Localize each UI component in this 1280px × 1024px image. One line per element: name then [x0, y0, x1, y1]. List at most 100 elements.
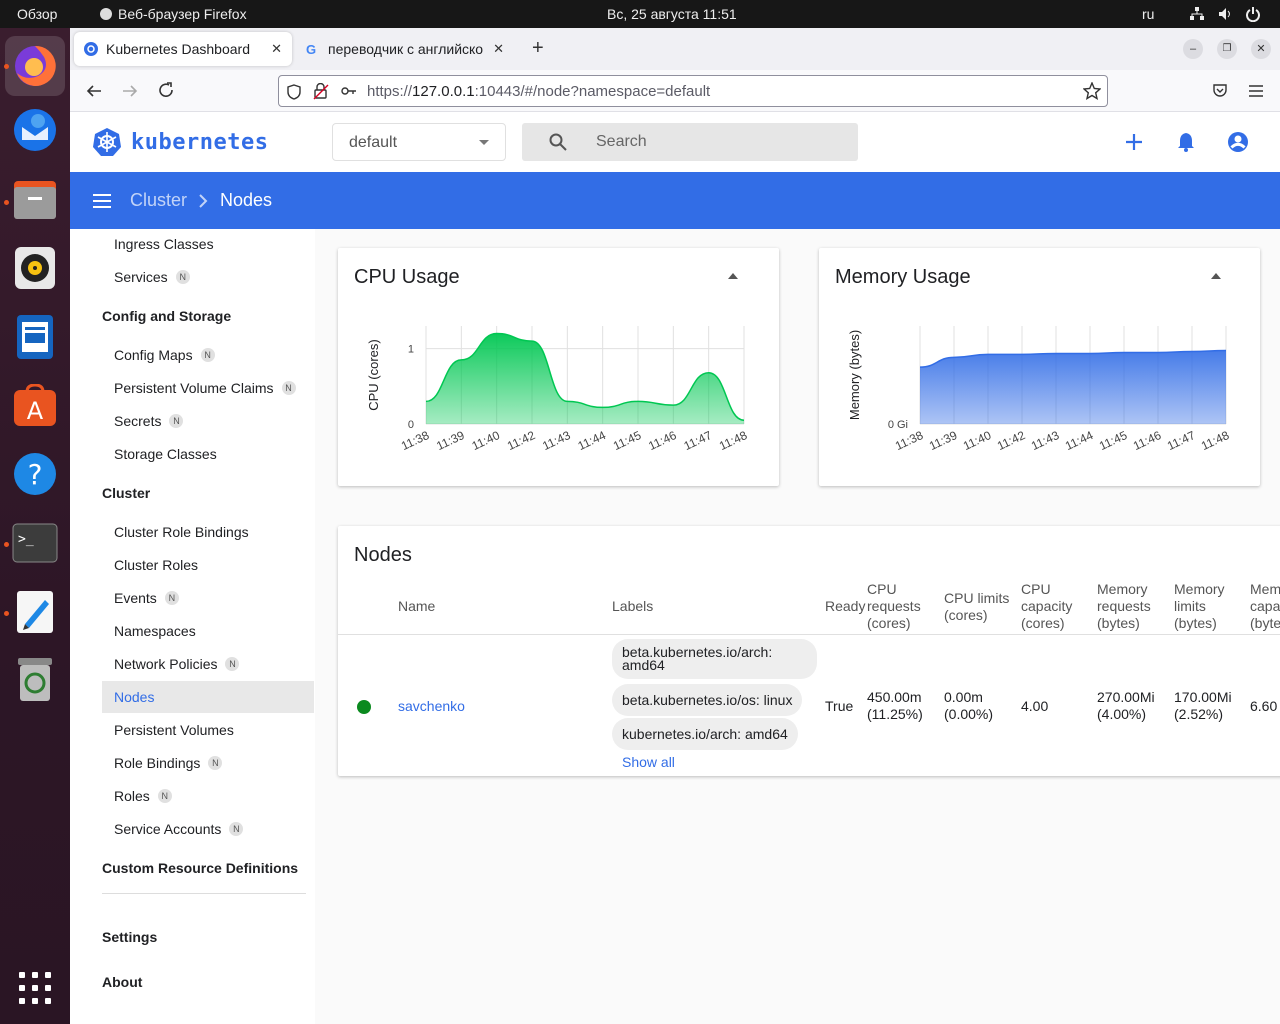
tab-title: Kubernetes Dashboard [106, 41, 250, 57]
col-header-name[interactable]: Name [398, 598, 435, 615]
col-header-memory-limits[interactable]: Memory limits (bytes) [1174, 581, 1244, 632]
search-placeholder: Search [596, 133, 647, 150]
account-circle-icon[interactable] [1228, 132, 1248, 152]
create-plus-icon[interactable] [1126, 134, 1142, 150]
x-tick-label: 11:39 [434, 428, 467, 453]
collapse-arrow-icon[interactable] [728, 273, 738, 279]
pocket-icon[interactable] [1212, 83, 1228, 99]
sidebar-item-secrets[interactable]: Secrets N [102, 405, 314, 437]
bookmark-star-icon[interactable] [1083, 82, 1101, 100]
dock-show-apps[interactable] [11, 964, 59, 1012]
dock-text-editor[interactable] [11, 588, 59, 636]
series-area[interactable] [426, 333, 744, 424]
reload-icon[interactable] [158, 82, 175, 99]
label-chip: kubernetes.io/arch: amd64 [612, 718, 798, 750]
dock-terminal[interactable]: >_ [11, 519, 59, 567]
col-header-cpu-capacity[interactable]: CPU capacity (cores) [1021, 581, 1087, 632]
clock[interactable]: Вс, 25 августа 11:51 [607, 6, 737, 22]
activities-button[interactable]: Обзор [17, 6, 57, 22]
namespace-selector[interactable]: default [332, 123, 506, 161]
new-tab-icon[interactable]: + [532, 37, 544, 60]
back-icon[interactable] [86, 83, 102, 99]
node-name-link[interactable]: savchenko [398, 698, 465, 715]
network-icon[interactable] [1190, 7, 1204, 21]
sidebar-item-config-maps[interactable]: Config Maps N [102, 339, 314, 371]
sidebar-item-roles[interactable]: Roles N [102, 780, 314, 812]
dock-rhythmbox[interactable] [11, 244, 59, 292]
col-header-ready[interactable]: Ready [825, 598, 865, 615]
volume-icon[interactable] [1218, 7, 1232, 21]
notifications-bell-icon[interactable] [1177, 132, 1195, 152]
dock-trash[interactable] [11, 656, 59, 704]
navigation-bar: https://127.0.0.1:10443/#/node?namespace… [70, 70, 1280, 112]
col-header-cpu-limits[interactable]: CPU limits (cores) [944, 590, 1016, 624]
cpu-chart-title: CPU Usage [354, 266, 460, 288]
menu-icon[interactable] [1248, 84, 1264, 98]
sidebar-item-namespaces[interactable]: Namespaces [102, 615, 314, 647]
kubernetes-logo[interactable]: kubernetes [92, 127, 268, 157]
sidebar-section-cluster[interactable]: Cluster [102, 485, 150, 501]
key-icon[interactable] [341, 85, 357, 97]
keyboard-layout[interactable]: ru [1142, 6, 1154, 22]
labels-cell: beta.kubernetes.io/arch: amd64 beta.kube… [612, 639, 822, 774]
sidebar-item-events[interactable]: Events N [102, 582, 314, 614]
search-box[interactable]: Search [522, 123, 858, 161]
sidebar-about[interactable]: About [102, 974, 142, 990]
series-area[interactable] [920, 350, 1226, 425]
breadcrumb-cluster[interactable]: Cluster [130, 190, 187, 211]
sidebar-item-cluster-roles[interactable]: Cluster Roles [102, 549, 314, 581]
tab-translator[interactable]: G переводчик с английско ✕ [296, 32, 514, 66]
google-favicon: G [306, 42, 316, 56]
collapse-arrow-icon[interactable] [1211, 273, 1221, 279]
sidebar-section-crd[interactable]: Custom Resource Definitions [102, 860, 298, 876]
forward-icon[interactable] [122, 83, 138, 99]
web-page: kubernetes default Search Cluster Nodes … [70, 112, 1280, 1024]
dock-libreoffice-writer[interactable] [11, 313, 59, 361]
restore-icon[interactable]: ❐ [1217, 39, 1237, 59]
sidebar-item-network-policies[interactable]: Network Policies N [102, 648, 314, 680]
sidebar-item-role-bindings[interactable]: Role Bindings N [102, 747, 314, 779]
rhythmbox-icon [15, 247, 55, 289]
sidebar-item-ingress-classes[interactable]: Ingress Classes [102, 229, 314, 260]
sidebar-item-storage-classes[interactable]: Storage Classes [102, 438, 314, 470]
close-window-icon[interactable]: ✕ [1251, 39, 1271, 59]
sidebar-item-pvc[interactable]: Persistent Volume Claims N [102, 372, 314, 404]
x-tick-label: 11:47 [682, 428, 715, 453]
dock-help[interactable]: ? [11, 450, 59, 498]
sidebar-item-cluster-role-bindings[interactable]: Cluster Role Bindings [102, 516, 314, 548]
show-all-labels-link[interactable]: Show all [622, 754, 675, 771]
col-header-cpu-requests[interactable]: CPU requests (cores) [867, 581, 937, 632]
text-editor-icon [17, 591, 53, 633]
insecure-lock-icon[interactable] [313, 83, 329, 100]
namespaced-badge: N [229, 822, 244, 836]
power-icon[interactable] [1246, 6, 1260, 22]
dock-files[interactable] [11, 175, 59, 223]
namespaced-badge: N [225, 657, 240, 671]
thunderbird-icon [14, 109, 56, 151]
col-header-memory-capacity[interactable]: Memory capacity (bytes) [1250, 581, 1280, 632]
x-tick-label: 11:38 [399, 428, 432, 453]
app-center-icon: A [14, 384, 56, 426]
close-tab-icon[interactable]: ✕ [271, 41, 282, 57]
files-icon [14, 181, 56, 219]
url-bar[interactable]: https://127.0.0.1:10443/#/node?namespace… [278, 75, 1108, 107]
minimize-icon[interactable]: – [1183, 39, 1203, 59]
sidebar-item-persistent-volumes[interactable]: Persistent Volumes [102, 714, 314, 746]
active-app-indicator[interactable]: Веб-браузер Firefox [100, 6, 247, 22]
sidebar-nav: Ingress Classes Services N Config and Sto… [70, 229, 315, 1024]
dock-app-center[interactable]: A [11, 382, 59, 430]
dock-thunderbird[interactable] [11, 106, 59, 154]
close-tab-icon[interactable]: ✕ [493, 41, 504, 57]
sidebar-settings[interactable]: Settings [102, 929, 157, 945]
sidebar-item-service-accounts[interactable]: Service Accounts N [102, 813, 314, 845]
sidebar-item-services[interactable]: Services N [102, 261, 314, 293]
sidebar-section-config-storage[interactable]: Config and Storage [102, 308, 231, 324]
col-header-memory-requests[interactable]: Memory requests (bytes) [1097, 581, 1167, 632]
sidebar-item-nodes[interactable]: Nodes [102, 681, 314, 713]
hamburger-menu-icon[interactable] [93, 194, 111, 208]
dock-firefox[interactable] [5, 36, 65, 96]
namespaced-badge: N [281, 381, 296, 395]
shield-icon[interactable] [287, 84, 301, 100]
url-text[interactable]: https://127.0.0.1:10443/#/node?namespace… [367, 83, 710, 100]
tab-kubernetes-dashboard[interactable]: Kubernetes Dashboard ✕ [74, 32, 292, 66]
